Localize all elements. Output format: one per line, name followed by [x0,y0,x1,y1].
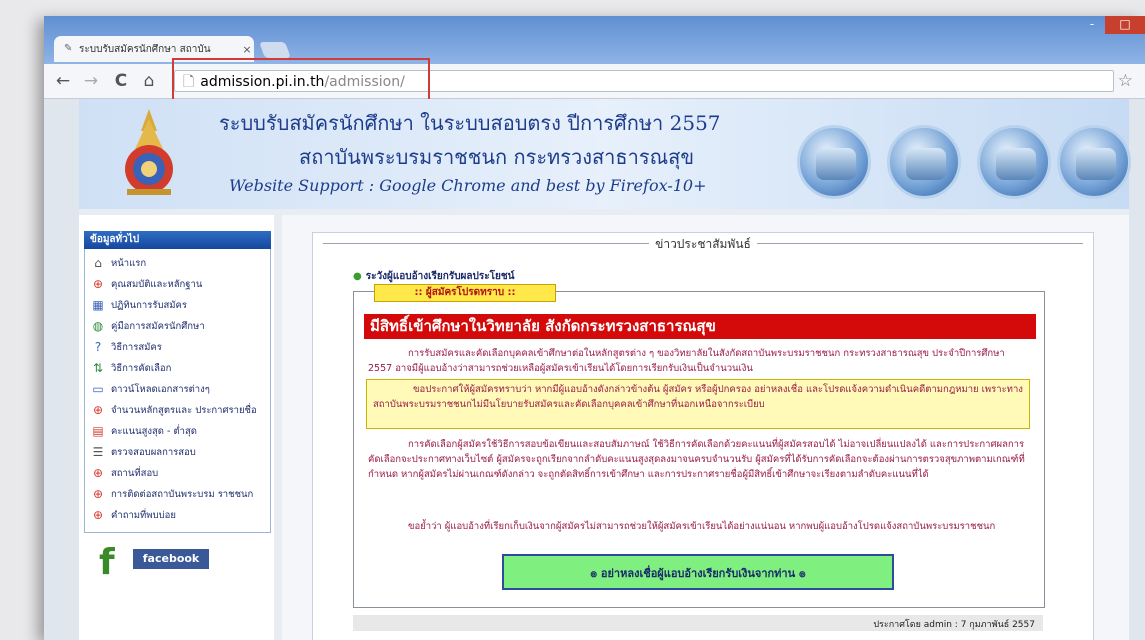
back-button[interactable]: ← [52,71,74,91]
announcement-paragraph: การรับสมัครและคัดเลือกบุคคลเข้าศึกษาต่อใ… [368,348,1005,374]
chart-icon: ▤ [92,424,104,438]
site-banner: ระบบรับสมัครนักศึกษา ในระบบสอบตรง ปีการศ… [79,99,1131,209]
main-area: ข่าวประชาสัมพันธ์ ● ระวังผู้แอบอ้างเรียกร… [282,215,1129,640]
tab-title: ระบบรับสมัครนักศึกษา สถาบัน [79,43,211,55]
banner-title: ระบบรับสมัครนักศึกษา ในระบบสอบตรง ปีการศ… [219,111,721,135]
url-highlight-box [172,58,430,104]
facebook-link[interactable]: f facebook [99,543,219,583]
announcement-link[interactable]: ● ระวังผู้แอบอ้างเรียกรับผลประโยชน์ [353,269,515,284]
page-icon: ✎ [64,43,73,54]
bullet-icon: ● [353,271,362,282]
sidebar: ข้อมูลทั่วไป ⌂ หน้าแรก ⊕ คุณสมบัติและหลักฐ… [79,215,274,640]
lifebuoy-icon: ⊕ [92,487,104,501]
banner-image [1057,125,1131,199]
sidebar-item-how-to-apply[interactable]: ? วิธีการสมัคร [85,337,270,358]
home-icon: ⌂ [94,256,102,270]
sidebar-item-home[interactable]: ⌂ หน้าแรก [85,253,270,274]
notice-tag: :: ผู้สมัครโปรดทราบ :: [374,284,556,302]
posted-date: ประกาศโดย admin : 7 กุมภาพันธ์ 2557 [873,620,1035,630]
sidebar-item-faq[interactable]: ⊕ คำถามที่พบบ่อย [85,505,270,526]
sidebar-item-results[interactable]: ☰ ตรวจสอบผลการสอบ [85,442,270,463]
lifebuoy-icon: ⊕ [92,508,104,522]
forward-button[interactable]: → [80,71,102,91]
sidebar-item-contact[interactable]: ⊕ การติดต่อสถาบันพระบรม ราชชนก [85,484,270,505]
banner-image [797,125,871,199]
lifebuoy-icon: ⊕ [92,277,104,291]
document-icon: ▭ [92,382,104,396]
help-icon: ? [94,340,102,354]
banner-support-text: Website Support : Google Chrome and best… [229,176,707,195]
news-title: ข่าวประชาสัมพันธ์ [313,235,1093,254]
sidebar-item-exam-location[interactable]: ⊕ สถานที่สอบ [85,463,270,484]
sidebar-item-qualifications[interactable]: ⊕ คุณสมบัติและหลักฐาน [85,274,270,295]
sidebar-item-programs[interactable]: ⊕ จำนวนหลักสูตรและ ประกาศรายชื่อ [85,400,270,421]
lifebuoy-icon: ⊕ [92,403,104,417]
window-controls: - □ [1079,16,1145,34]
announcement-paragraph: การคัดเลือกผู้สมัครใช้วิธีการสอบข้อเขียน… [368,439,1025,480]
sidebar-header: ข้อมูลทั่วไป [84,231,271,249]
sidebar-menu: ⌂ หน้าแรก ⊕ คุณสมบัติและหลักฐาน ▦ ปฏิทินการ… [84,249,271,533]
bookmark-star-icon[interactable]: ☆ [1118,71,1133,91]
sidebar-item-manual[interactable]: ◍ คู่มือการสมัครนักศึกษา [85,316,270,337]
announcement-paragraph: ขอย้ำว่า ผู้แอบอ้างที่เรียกเก็บเงินจากผู… [408,521,996,532]
announcement-headline: มีสิทธิ์เข้าศึกษาในวิทยาลัย สังกัดกระทรว… [364,314,1036,339]
maximize-button[interactable]: □ [1105,16,1145,34]
browser-window: ✎ ระบบรับสมัครนักศึกษา สถาบัน × - □ ← → … [44,16,1145,640]
banner-image [977,125,1051,199]
minimize-button[interactable]: - [1079,16,1105,34]
institute-logo [125,109,173,195]
globe-icon: ◍ [92,319,104,333]
announcement-footer: ประกาศโดย admin : 7 กุมภาพันธ์ 2557 [353,615,1043,631]
warning-button[interactable]: ๏ อย่าหลงเชื่อผู้แอบอ้างเรียกรับเงินจากท… [502,554,894,590]
tab-strip: ✎ ระบบรับสมัครนักศึกษา สถาบัน × - □ [44,16,1145,64]
close-tab-icon[interactable]: × [240,43,254,56]
announcement-box: :: ผู้สมัครโปรดทราบ :: มีสิทธิ์เข้าศึกษา… [353,284,1045,608]
home-button[interactable]: ⌂ [138,71,160,91]
facebook-label: facebook [133,549,209,569]
calendar-icon: ▦ [92,298,104,312]
sidebar-item-selection[interactable]: ⇅ วิธีการคัดเลือก [85,358,270,379]
warning-note: ขอประกาศให้ผู้สมัครทราบว่า หากมีผู้แอบอ้… [366,379,1030,429]
list-icon: ☰ [92,445,104,459]
new-tab-button[interactable] [259,42,291,58]
banner-subtitle: สถาบันพระบรมราชชนก กระทรวงสาธารณสุข [299,145,695,169]
sidebar-item-downloads[interactable]: ▭ ดาวน์โหลดเอกสารต่างๆ [85,379,270,400]
sidebar-item-calendar[interactable]: ▦ ปฏิทินการรับสมัคร [85,295,270,316]
arrows-icon: ⇅ [92,361,104,375]
reload-button[interactable]: C [110,71,132,91]
news-panel: ข่าวประชาสัมพันธ์ ● ระวังผู้แอบอ้างเรียกร… [312,232,1094,640]
banner-image [887,125,961,199]
sidebar-item-scores[interactable]: ▤ คะแนนสูงสุด - ต่ำสุด [85,421,270,442]
lifebuoy-icon: ⊕ [92,466,104,480]
page-content: ระบบรับสมัครนักศึกษา ในระบบสอบตรง ปีการศ… [79,99,1131,640]
